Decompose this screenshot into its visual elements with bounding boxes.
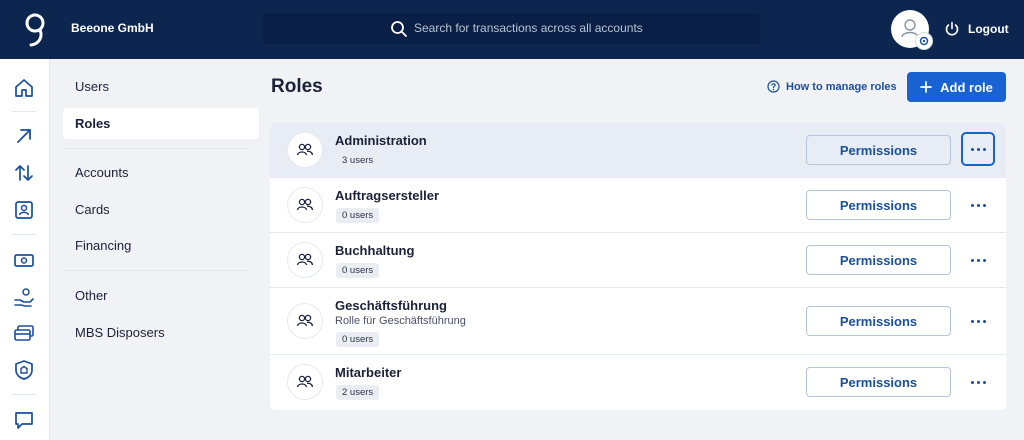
logout-label: Logout: [968, 22, 1009, 36]
more-dots-icon: [970, 380, 974, 384]
search-placeholder: Search for transactions across all accou…: [414, 21, 643, 35]
role-name: Auftragsersteller: [335, 188, 440, 203]
cards-icon[interactable]: [13, 322, 35, 344]
top-bar: Beeone GmbH Search for transactions acro…: [0, 0, 1024, 59]
rail-divider: [12, 111, 36, 112]
user-avatar[interactable]: [891, 10, 933, 50]
icon-rail: [0, 59, 50, 440]
more-dots-icon: [976, 380, 980, 384]
nav-item-label: Roles: [75, 116, 111, 131]
help-link-label: How to manage roles: [786, 80, 897, 93]
hand-coin-icon[interactable]: [13, 286, 35, 308]
cash-icon[interactable]: [13, 249, 35, 271]
help-link[interactable]: How to manage roles: [767, 80, 897, 93]
user-count-badge: 3 users: [336, 153, 380, 168]
role-name: Administration: [335, 133, 427, 148]
permissions-button[interactable]: Permissions: [806, 135, 951, 165]
nav-item-label: Cards: [75, 202, 110, 217]
rail-divider: [12, 394, 36, 395]
add-role-label: Add role: [940, 79, 993, 95]
more-options-button[interactable]: [961, 188, 995, 222]
group-icon: [287, 242, 323, 278]
nav-item-financing[interactable]: Financing: [63, 230, 259, 261]
more-dots-icon: [970, 147, 974, 151]
home-icon[interactable]: [13, 77, 35, 99]
gear-icon: [919, 36, 929, 46]
user-count-badge: 2 users: [336, 385, 380, 400]
nav-item-label: Other: [75, 288, 108, 303]
nav-item-mbs-disposers[interactable]: MBS Disposers: [63, 317, 259, 348]
contact-card-icon[interactable]: [13, 199, 35, 221]
nav-item-label: Users: [75, 79, 109, 94]
permissions-button[interactable]: Permissions: [806, 190, 951, 220]
role-name: Geschäftsführung: [335, 298, 447, 313]
transfer-arrows-icon[interactable]: [13, 162, 35, 184]
company-name: Beeone GmbH: [71, 21, 154, 35]
logo-icon[interactable]: [20, 10, 50, 50]
chat-icon[interactable]: [13, 409, 35, 431]
nav-divider: [63, 270, 247, 271]
search-icon: [391, 21, 407, 37]
more-dots-icon: [976, 147, 980, 151]
permissions-button[interactable]: Permissions: [806, 367, 951, 397]
power-icon: [945, 21, 959, 36]
more-dots-icon: [976, 319, 980, 323]
role-row-mitarbeiter[interactable]: Mitarbeiter 2 users Permissions: [270, 355, 1006, 410]
permissions-button[interactable]: Permissions: [806, 245, 951, 275]
more-dots-icon: [970, 203, 974, 207]
nav-item-label: MBS Disposers: [75, 325, 165, 340]
settings-badge[interactable]: [915, 32, 933, 50]
role-row-auftragsersteller[interactable]: Auftragsersteller 0 users Permissions: [270, 178, 1006, 233]
roles-list: Administration 3 users Permissions Auftr…: [270, 123, 1006, 410]
add-role-button[interactable]: Add role: [907, 72, 1006, 102]
more-dots-icon: [982, 203, 986, 207]
user-count-badge: 0 users: [336, 208, 380, 223]
nav-item-users[interactable]: Users: [63, 71, 259, 102]
role-row-geschaeftsfuehrung[interactable]: Geschäftsführung Rolle für Geschäftsführ…: [270, 288, 1006, 355]
more-options-button[interactable]: [961, 132, 995, 166]
more-options-button[interactable]: [961, 243, 995, 277]
settings-nav: Users Roles Accounts Cards Financing Oth…: [50, 59, 270, 440]
more-dots-icon: [982, 147, 986, 151]
user-count-badge: 0 users: [336, 263, 380, 278]
nav-item-label: Financing: [75, 238, 132, 253]
logout-button[interactable]: Logout: [944, 18, 1009, 40]
shield-icon[interactable]: [13, 359, 35, 381]
nav-item-other[interactable]: Other: [63, 280, 259, 311]
more-options-button[interactable]: [961, 365, 995, 399]
group-icon: [287, 303, 323, 339]
more-dots-icon: [982, 258, 986, 262]
nav-item-label: Accounts: [75, 165, 129, 180]
more-dots-icon: [976, 203, 980, 207]
search-bar[interactable]: Search for transactions across all accou…: [263, 13, 760, 44]
role-row-administration[interactable]: Administration 3 users Permissions: [270, 123, 1006, 178]
plus-icon: [920, 81, 933, 93]
nav-item-accounts[interactable]: Accounts: [63, 157, 259, 188]
role-description: Rolle für Geschäftsführung: [335, 315, 466, 327]
more-dots-icon: [982, 380, 986, 384]
nav-item-cards[interactable]: Cards: [63, 194, 259, 225]
arrow-up-right-icon[interactable]: [13, 125, 35, 147]
user-count-badge: 0 users: [336, 332, 380, 347]
rail-divider: [12, 234, 36, 235]
more-options-button[interactable]: [961, 304, 995, 338]
question-circle-icon: [767, 80, 780, 93]
role-row-buchhaltung[interactable]: Buchhaltung 0 users Permissions: [270, 233, 1006, 288]
page-title: Roles: [271, 76, 323, 97]
role-name: Buchhaltung: [335, 243, 415, 258]
group-icon: [287, 132, 323, 168]
permissions-button[interactable]: Permissions: [806, 306, 951, 336]
group-icon: [287, 187, 323, 223]
group-icon: [287, 364, 323, 400]
nav-divider: [63, 148, 247, 149]
nav-item-roles[interactable]: Roles: [63, 108, 259, 139]
role-name: Mitarbeiter: [335, 365, 402, 380]
more-dots-icon: [982, 319, 986, 323]
more-dots-icon: [976, 258, 980, 262]
more-dots-icon: [970, 319, 974, 323]
more-dots-icon: [970, 258, 974, 262]
